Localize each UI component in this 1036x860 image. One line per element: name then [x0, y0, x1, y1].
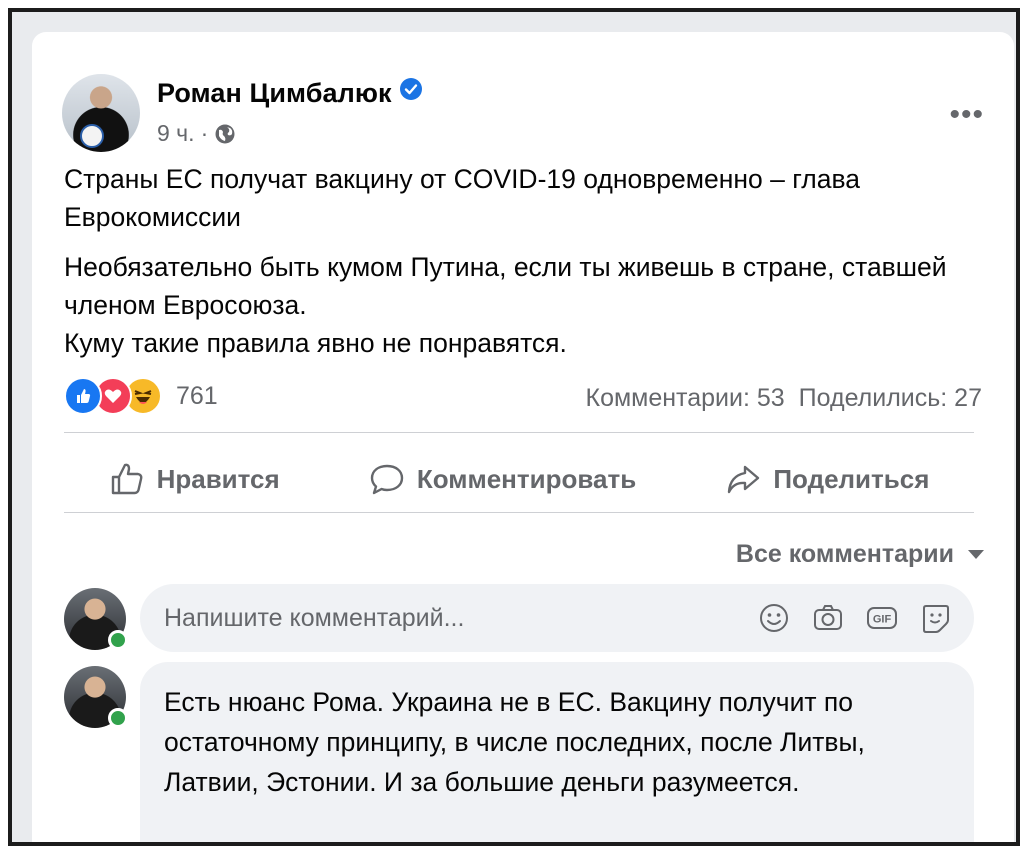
comment-sort-label: Все комментарии — [735, 540, 954, 568]
camera-icon[interactable] — [812, 602, 844, 634]
comment-bubble-icon — [370, 464, 404, 495]
avatar-shirt-logo — [80, 124, 104, 148]
share-button-label: Поделиться — [773, 463, 930, 494]
like-reaction-icon — [64, 377, 102, 415]
comment-button[interactable]: Комментировать — [369, 461, 636, 497]
globe-icon[interactable] — [214, 123, 236, 145]
verified-badge-icon — [399, 78, 422, 100]
comment-input-placeholder: Напишите комментарий... — [164, 603, 465, 632]
comment-bubble: Есть нюанс Рома. Украина не в ЕС. Вакцин… — [140, 662, 974, 842]
chevron-down-icon — [968, 550, 984, 559]
comment-button-label: Комментировать — [416, 463, 637, 494]
divider-bottom — [64, 512, 974, 513]
comment-input-tools: GIF — [758, 602, 952, 634]
share-arrow-icon — [728, 465, 760, 494]
comment-text: Есть нюанс Рома. Украина не в ЕС. Вакцин… — [164, 687, 865, 797]
svg-text:GIF: GIF — [873, 614, 892, 626]
post-text: Страны ЕС получат вакцину от COVID-19 од… — [64, 160, 984, 374]
post-time[interactable]: 9 ч. — [157, 120, 195, 147]
sticker-icon[interactable] — [920, 602, 952, 634]
share-button[interactable]: Поделиться — [725, 461, 929, 497]
author-avatar[interactable] — [62, 74, 140, 152]
comments-count-link[interactable]: Комментарии: 53 — [586, 384, 785, 412]
post-body-line2: Куму такие правила явно не понравятся. — [64, 328, 567, 358]
post-card: Роман Цимбалюк 9 ч. · ••• Страны ЕС полу… — [32, 32, 1014, 842]
reaction-count: 761 — [176, 381, 218, 410]
meta-separator: · — [200, 120, 209, 146]
gif-icon[interactable]: GIF — [866, 602, 898, 634]
divider-top — [64, 432, 974, 433]
comment-input[interactable]: Напишите комментарий... GIF — [140, 584, 974, 652]
screenshot-frame: Роман Цимбалюк 9 ч. · ••• Страны ЕС полу… — [8, 8, 1020, 846]
reactions-summary[interactable]: 761 — [64, 377, 218, 415]
more-options-icon[interactable]: ••• — [949, 100, 984, 130]
shares-count-link[interactable]: Поделились: 27 — [799, 384, 982, 412]
like-button[interactable]: Нравится — [109, 461, 280, 497]
post-stats: Комментарии: 53 Поделились: 27 — [586, 384, 983, 413]
author-name-row: Роман Цимбалюк — [157, 78, 422, 109]
thumbs-up-icon — [111, 463, 142, 495]
comment-sort-dropdown[interactable]: Все комментарии — [736, 540, 984, 569]
post-actions: Нравится Комментировать Поделиться — [64, 444, 974, 514]
post-body-line1: Необязательно быть кумом Путина, если ты… — [64, 252, 947, 320]
like-button-label: Нравится — [156, 463, 280, 494]
commenter-online-dot — [108, 708, 128, 728]
emoji-icon[interactable] — [758, 602, 790, 634]
online-status-dot — [108, 630, 128, 650]
post-meta: 9 ч. · — [157, 120, 236, 147]
author-name[interactable]: Роман Цимбалюк — [157, 78, 392, 108]
post-headline: Страны ЕС получат вакцину от COVID-19 од… — [64, 164, 861, 232]
